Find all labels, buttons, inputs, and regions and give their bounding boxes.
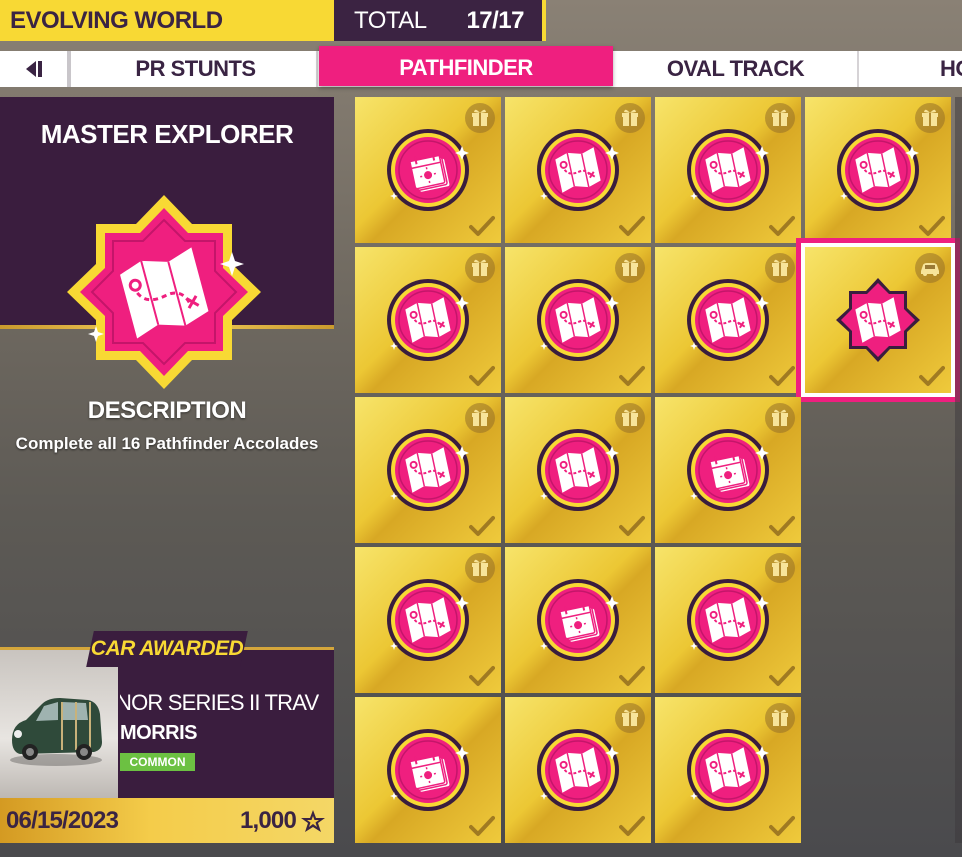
total-counter: TOTAL 17/17: [334, 0, 546, 41]
car-make: MORRIS: [120, 722, 198, 744]
category-tabs: PR STUNTS PATHFINDER OVAL TRACK HO: [0, 46, 962, 87]
tab-oval-track[interactable]: OVAL TRACK: [614, 51, 859, 87]
gift-icon: [465, 103, 495, 133]
total-label: TOTAL: [354, 6, 427, 34]
gift-icon: [465, 553, 495, 583]
map-icon: [687, 579, 769, 661]
tab-ho[interactable]: HO: [860, 51, 962, 87]
points-value: 1,000: [239, 806, 297, 834]
gift-icon: [915, 103, 945, 133]
accolade-tile[interactable]: [505, 697, 651, 843]
tab-pr-stunts[interactable]: PR STUNTS: [75, 51, 318, 87]
map-icon: [537, 729, 619, 811]
accolade-tile[interactable]: [796, 238, 960, 402]
accolade-tile[interactable]: [355, 697, 501, 843]
accolade-tile[interactable]: [655, 97, 801, 243]
map-icon: [836, 278, 920, 362]
gift-icon: [465, 253, 495, 283]
accolade-tile[interactable]: [505, 547, 651, 693]
scrollbar[interactable]: [955, 97, 962, 843]
total-count: 17/17: [466, 6, 524, 34]
gift-icon: [765, 553, 795, 583]
accolade-tile[interactable]: [355, 397, 501, 543]
accolade-detail-panel: MASTER EXPLORER DESCRIPTION Complete all…: [0, 97, 334, 843]
page-title: EVOLVING WORLD: [0, 0, 334, 41]
gift-icon: [615, 253, 645, 283]
checkmark-icon: [469, 366, 495, 386]
accolade-tile[interactable]: [355, 247, 501, 393]
car-name: NOR SERIES II TRAVELER: [120, 690, 320, 715]
accolade-tile[interactable]: [655, 397, 801, 543]
accolade-tile[interactable]: [505, 397, 651, 543]
calendar-icon: [687, 429, 769, 511]
map-icon: [537, 129, 619, 211]
map-icon: [837, 129, 919, 211]
accolade-tile[interactable]: [655, 247, 801, 393]
checkmark-icon: [469, 216, 495, 236]
checkmark-icon: [619, 366, 645, 386]
accolade-tile[interactable]: [655, 547, 801, 693]
checkmark-icon: [769, 666, 795, 686]
description-heading: DESCRIPTION: [87, 397, 247, 424]
checkmark-icon: [769, 216, 795, 236]
checkmark-icon: [619, 666, 645, 686]
accolade-title: MASTER EXPLORER: [40, 119, 294, 149]
accolade-tile[interactable]: [505, 97, 651, 243]
gift-icon: [765, 103, 795, 133]
checkmark-icon: [769, 366, 795, 386]
reward-footer: 06/15/2023 1,000: [0, 798, 334, 843]
car-reward-card: NOR SERIES II TRAVELER MORRIS COMMON: [0, 650, 334, 798]
map-icon: [387, 579, 469, 661]
calendar-icon: [387, 729, 469, 811]
calendar-icon: [387, 129, 469, 211]
calendar-icon: [537, 579, 619, 661]
gift-icon: [465, 403, 495, 433]
car-awarded-tag: CAR AWARDED: [86, 631, 248, 667]
accolade-tile[interactable]: [355, 97, 501, 243]
checkmark-icon: [469, 666, 495, 686]
checkmark-icon: [919, 366, 945, 386]
gift-icon: [765, 403, 795, 433]
car-icon: [10, 698, 102, 766]
points-reward: 1,000: [240, 807, 326, 835]
gift-icon: [765, 253, 795, 283]
map-icon: [537, 279, 619, 361]
award-date: 06/15/2023: [6, 806, 119, 834]
tab-pathfinder[interactable]: PATHFINDER: [319, 46, 613, 86]
checkmark-icon: [469, 816, 495, 836]
map-icon: [387, 429, 469, 511]
chevron-left-icon: [25, 61, 42, 77]
previous-tab-button[interactable]: [0, 51, 71, 87]
gift-icon: [615, 403, 645, 433]
map-icon: [387, 279, 469, 361]
map-icon: [687, 129, 769, 211]
map-icon: [537, 429, 619, 511]
map-icon: [687, 279, 769, 361]
checkmark-icon: [919, 216, 945, 236]
description-text: Complete all 16 Pathfinder Accolades: [15, 434, 319, 453]
star-icon: [301, 809, 325, 832]
checkmark-icon: [469, 516, 495, 536]
accolade-tile[interactable]: [655, 697, 801, 843]
car-icon: [915, 253, 945, 283]
checkmark-icon: [619, 216, 645, 236]
map-icon: [67, 195, 261, 389]
gift-icon: [615, 703, 645, 733]
checkmark-icon: [769, 816, 795, 836]
gift-icon: [765, 703, 795, 733]
accolade-tile[interactable]: [355, 547, 501, 693]
accolade-tile[interactable]: [505, 247, 651, 393]
checkmark-icon: [619, 516, 645, 536]
accolade-tile[interactable]: [805, 97, 951, 243]
checkmark-icon: [769, 516, 795, 536]
gift-icon: [615, 103, 645, 133]
header-bar: EVOLVING WORLD TOTAL 17/17: [0, 0, 546, 41]
rarity-badge: COMMON: [120, 753, 195, 771]
map-icon: [687, 729, 769, 811]
checkmark-icon: [619, 816, 645, 836]
